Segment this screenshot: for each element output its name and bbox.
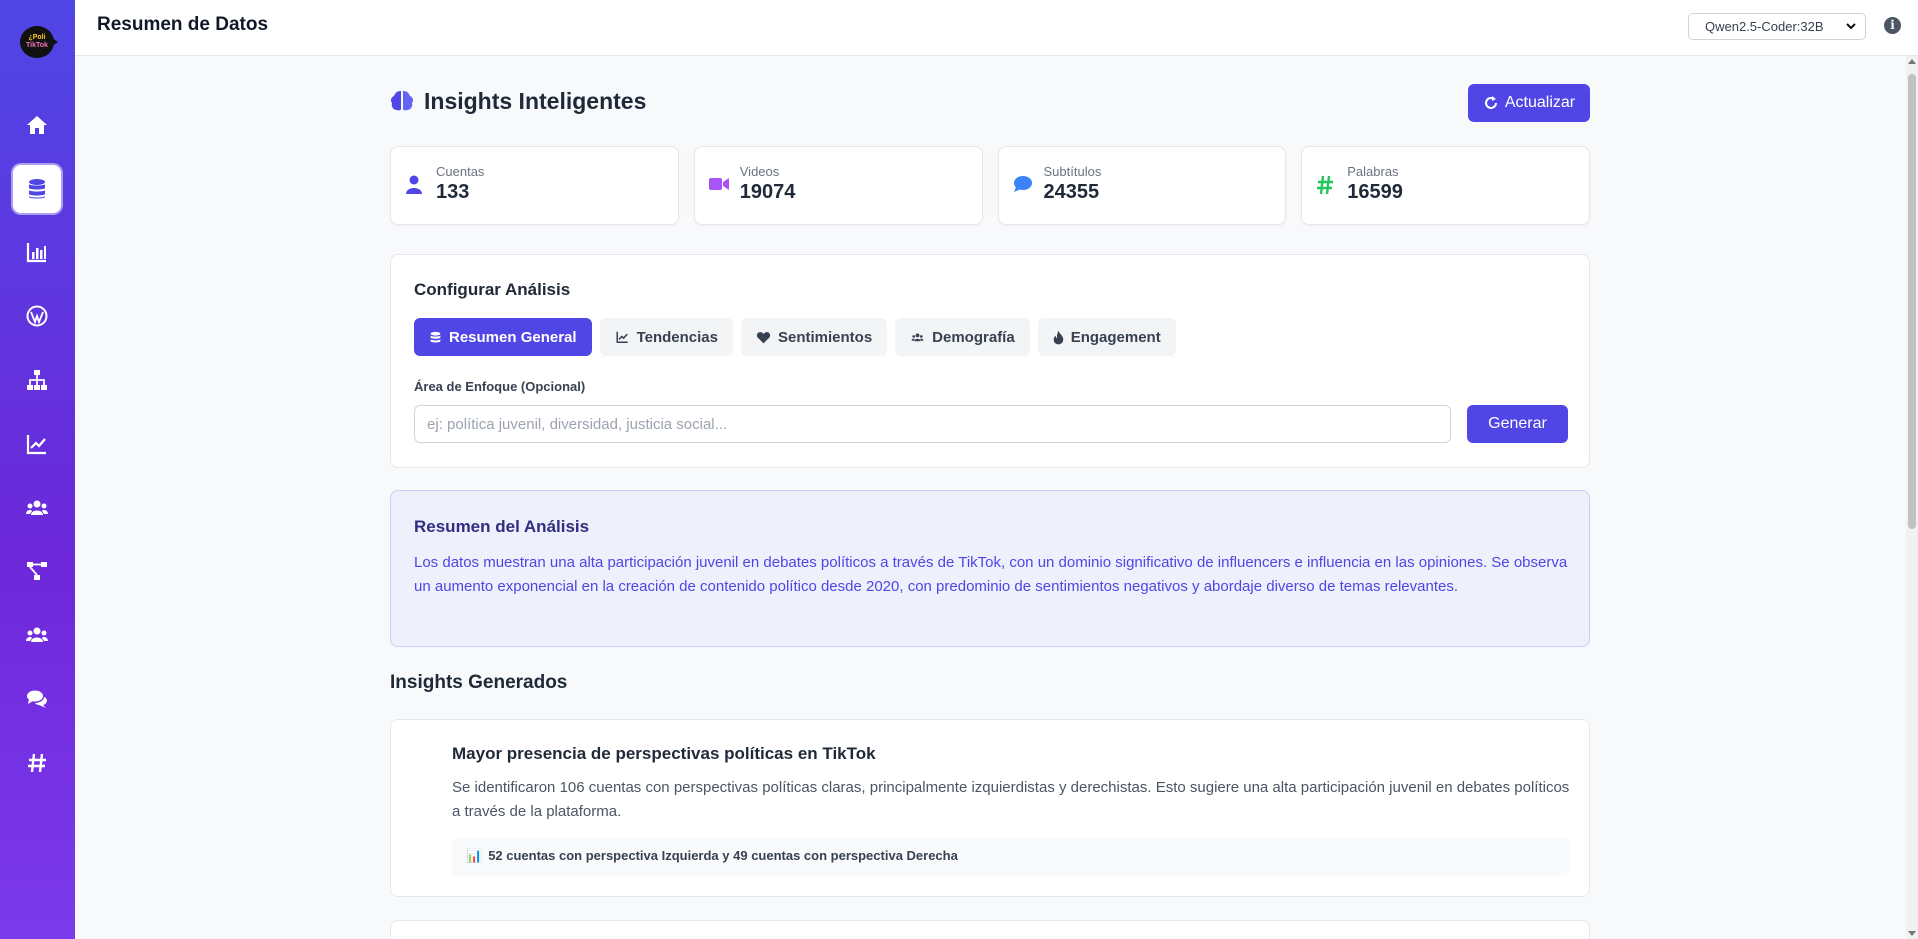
stat-value: 16599 (1347, 181, 1403, 203)
sidebar-item-hashtags[interactable] (13, 739, 61, 787)
scrollbar-thumb[interactable] (1908, 74, 1916, 529)
stat-card-videos: Videos 19074 (693, 146, 983, 225)
video-icon (708, 178, 729, 190)
sidebar-item-comments[interactable] (13, 675, 61, 723)
logo-line-2: TikTok (26, 42, 48, 49)
stats-row: Cuentas 133 Videos 19074 Subtítulos 2435… (390, 146, 1590, 225)
line-chart-icon (616, 331, 628, 344)
hashtag-icon (1317, 175, 1334, 195)
scroll-down-icon[interactable] (1908, 931, 1916, 936)
sidebar-item-trends[interactable] (13, 420, 61, 468)
insight-metric-text: 52 cuentas con perspectiva Izquierda y 4… (488, 848, 958, 863)
users-icon (26, 627, 48, 642)
summary-text: Los datos muestran una alta participació… (414, 554, 1568, 595)
sidebar-item-network[interactable] (13, 356, 61, 404)
sidebar-item-communities[interactable] (13, 611, 61, 659)
tab-label: Tendencias (636, 328, 718, 346)
page-header: Insights Inteligentes Actualizar (390, 84, 1590, 124)
refresh-icon (1484, 96, 1497, 109)
tab-demografia[interactable]: Demografía (895, 318, 1030, 356)
focus-area-label: Área de Enfoque (Opcional) (414, 379, 586, 394)
sidebar-item-home[interactable] (13, 101, 61, 149)
users-icon (911, 332, 924, 341)
sidebar-item-database[interactable] (13, 165, 61, 213)
chart-icon: 📊 (466, 848, 483, 863)
database-icon (29, 179, 45, 199)
tab-label: Engagement (1070, 328, 1161, 346)
home-icon (27, 116, 47, 134)
sidebar-item-project[interactable] (13, 547, 61, 595)
tab-resumen-general[interactable]: Resumen General (414, 318, 592, 356)
heart-icon (756, 331, 771, 343)
refresh-button-label: Actualizar (1504, 94, 1576, 111)
focus-area-input[interactable] (414, 405, 1451, 443)
project-diagram-icon (27, 562, 47, 580)
tab-sentimientos[interactable]: Sentimientos (740, 318, 888, 356)
hashtag-icon (28, 753, 46, 773)
logo-line-1: ¿Poli (28, 34, 46, 41)
user-icon (406, 175, 422, 194)
stat-card-words: Palabras 16599 (1301, 146, 1590, 225)
brain-icon (390, 91, 414, 111)
config-title: Configurar Análisis (414, 280, 571, 299)
sitemap-icon (27, 370, 47, 390)
line-chart-icon (26, 435, 46, 455)
sidebar-item-bar-chart[interactable] (13, 228, 61, 276)
analysis-tabs: Resumen General Tendencias Sentimientos … (414, 318, 1176, 356)
refresh-button[interactable]: Actualizar (1468, 84, 1590, 122)
stat-label: Subtítulos (1043, 164, 1102, 179)
users-icon (26, 500, 48, 515)
stat-value: 133 (436, 181, 470, 203)
sidebar-item-wordpress[interactable] (13, 292, 61, 340)
config-card: Configurar Análisis Resumen General Tend… (390, 254, 1590, 468)
comments-icon (27, 690, 47, 708)
database-icon (430, 331, 441, 343)
insights-title: Insights Generados (390, 672, 568, 693)
sidebar-item-users[interactable] (13, 484, 61, 532)
tab-label: Resumen General (449, 328, 577, 346)
stat-label: Palabras (1347, 164, 1399, 179)
insight-metric: 📊 52 cuentas con perspectiva Izquierda y… (452, 838, 1569, 876)
model-select-value: Qwen2.5-Coder:32B (1705, 19, 1824, 34)
wordpress-icon (26, 305, 48, 327)
page-section-title: Resumen de Datos (97, 14, 269, 35)
sidebar: ¿Poli TikTok (0, 0, 75, 939)
tab-label: Sentimientos (777, 328, 873, 346)
stat-label: Videos (739, 164, 780, 179)
stat-label: Cuentas (436, 164, 485, 179)
summary-title: Resumen del Análisis (414, 517, 590, 536)
stat-card-accounts: Cuentas 133 (390, 146, 679, 225)
stat-card-subtitles: Subtítulos 24355 (997, 146, 1287, 225)
tab-tendencias[interactable]: Tendencias (599, 318, 733, 356)
chevron-down-icon (1846, 23, 1856, 30)
fire-icon (1053, 330, 1063, 344)
insight-text: Se identificaron 106 cuentas con perspec… (452, 779, 1570, 820)
insight-heading: Mayor presencia de perspectivas política… (452, 744, 876, 763)
topbar: Resumen de Datos Qwen2.5-Coder:32B i (75, 0, 1918, 56)
bar-chart-icon (26, 243, 46, 263)
comment-icon (1013, 176, 1032, 192)
analysis-summary: Resumen del Análisis Los datos muestran … (390, 490, 1590, 647)
scrollbar[interactable] (1906, 56, 1918, 939)
app-logo[interactable]: ¿Poli TikTok (20, 26, 58, 58)
page-title: Insights Inteligentes (424, 88, 647, 114)
info-icon[interactable]: i (1884, 17, 1901, 34)
stat-value: 24355 (1043, 181, 1100, 203)
stat-value: 19074 (739, 181, 796, 203)
insight-card-next (390, 920, 1590, 939)
generate-button[interactable]: Generar (1467, 405, 1568, 443)
insight-card: Mayor presencia de perspectivas política… (390, 719, 1590, 897)
tab-engagement[interactable]: Engagement (1037, 318, 1176, 356)
tab-label: Demografía (932, 328, 1015, 346)
scroll-up-icon[interactable] (1908, 59, 1916, 64)
model-select[interactable]: Qwen2.5-Coder:32B (1688, 13, 1866, 40)
